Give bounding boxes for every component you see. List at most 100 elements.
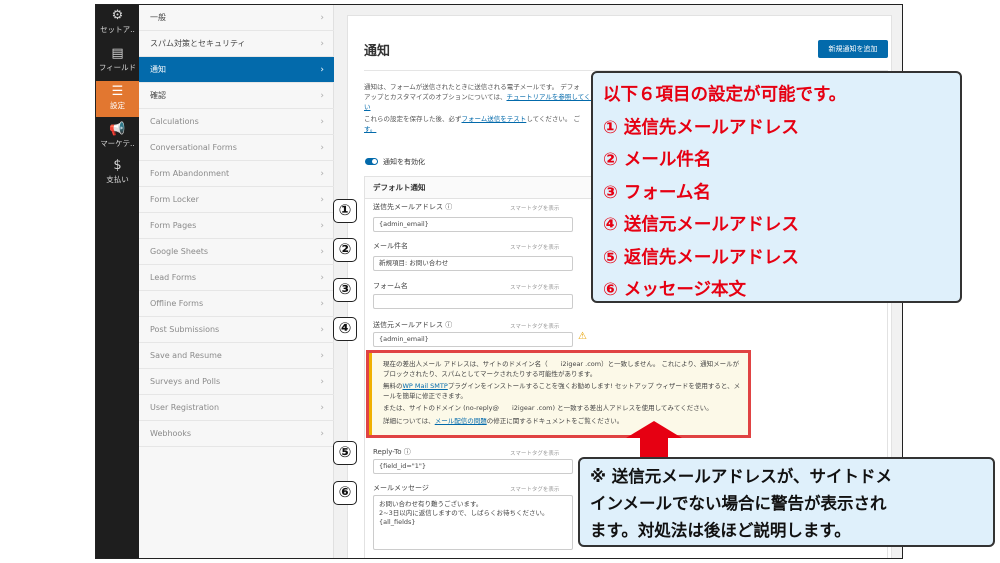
sidebar-item-payments[interactable]: $ 支払い — [96, 155, 139, 191]
sidebar-item-setup[interactable]: ⚙ セットア.. — [96, 5, 139, 41]
warning-bar — [369, 353, 372, 435]
warning-text-part: の修正に関するドキュメントをご覧ください。 — [486, 417, 624, 425]
chevron-right-icon: › — [320, 403, 324, 413]
toggle-label: 通知を有効化 — [383, 158, 425, 166]
send-to-input[interactable]: {admin_email} — [373, 217, 573, 232]
subnav-item[interactable]: Post Submissions › — [139, 317, 334, 343]
chevron-right-icon: › — [320, 247, 324, 257]
sidebar-item-label: 支払い — [106, 175, 129, 184]
chevron-right-icon: › — [320, 169, 324, 179]
sidebar-item-fields[interactable]: ▤ フィールド — [96, 43, 139, 79]
chevron-right-icon: › — [320, 429, 324, 439]
from-email-input[interactable]: {admin_email} — [373, 332, 573, 347]
subnav-item[interactable]: Lead Forms › — [139, 265, 334, 291]
subnav-label: Webhooks — [150, 429, 192, 438]
subnav-label: User Registration — [150, 403, 220, 412]
sidebar-item-settings[interactable]: ☰ 設定 — [96, 81, 139, 117]
arrow-up-icon — [626, 421, 682, 438]
subnav-label: 通知 — [150, 65, 166, 74]
note-line: ます。対処法は後ほど説明します。 — [590, 521, 851, 540]
sidebar-item-label: フィールド — [98, 63, 137, 72]
subnav-label: Calculations — [150, 117, 199, 126]
warning-text: 無料のWP Mail SMTPプラグインをインストールすることを強くお勧めします… — [383, 381, 743, 401]
arrow-stem — [640, 437, 668, 457]
subnav-item[interactable]: Calculations › — [139, 109, 334, 135]
chevron-right-icon: › — [320, 195, 324, 205]
subnav-label: 確認 — [150, 91, 166, 100]
subnav-label: スパム対策とセキュリティ — [150, 39, 246, 48]
subnav-label: Form Pages — [150, 221, 197, 230]
chevron-right-icon: › — [320, 299, 324, 309]
subnav-item[interactable]: Google Sheets › — [139, 239, 334, 265]
sidebar-item-label: 設定 — [110, 101, 125, 110]
chevron-right-icon: › — [320, 39, 324, 49]
add-notification-button[interactable]: 新規通知を追加 — [818, 40, 888, 58]
subnav-label: Lead Forms — [150, 273, 197, 282]
settings-sliders-icon: ☰ — [111, 84, 124, 99]
subnav-label: Google Sheets — [150, 247, 209, 256]
test-form-link[interactable]: フォーム送信をテスト — [462, 115, 527, 123]
subnav-item[interactable]: Form Pages › — [139, 213, 334, 239]
wp-mail-smtp-link[interactable]: WP Mail SMTP — [403, 382, 448, 390]
subnav-item[interactable]: スパム対策とセキュリティ › — [139, 31, 334, 57]
dollar-icon: $ — [113, 158, 122, 173]
marker-2: ② — [333, 238, 357, 262]
reply-to-input[interactable]: {field_id="1"} — [373, 459, 573, 474]
callout-item: ③ フォーム名 — [603, 182, 711, 203]
chevron-right-icon: › — [320, 143, 324, 153]
send-to-label: 送信先メールアドレス ⓘ — [373, 203, 453, 211]
subnav-item[interactable]: Form Abandonment › — [139, 161, 334, 187]
subnav-item[interactable]: Save and Resume › — [139, 343, 334, 369]
subnav-item[interactable]: Offline Forms › — [139, 291, 334, 317]
sidebar-item-marketing[interactable]: 📢 マーケテ.. — [96, 119, 139, 155]
smart-tags-link[interactable]: スマートタグを表示 — [510, 485, 559, 493]
warning-text-part: 詳細については、 — [383, 417, 435, 425]
chevron-right-icon: › — [320, 13, 324, 23]
test-description: これらの設定を保存した後、必ずフォーム送信をテストしてください。 ご す。 — [364, 114, 604, 134]
subnav-item-notifications[interactable]: 通知 › — [139, 57, 334, 83]
subnav-label: 一般 — [150, 13, 166, 22]
smart-tags-link[interactable]: スマートタグを表示 — [510, 243, 559, 251]
subject-input[interactable]: 新規項目: お問い合わせ — [373, 256, 573, 271]
note-line: インメールでない場合に警告が表示され — [590, 494, 887, 513]
chevron-right-icon: › — [320, 273, 324, 283]
marker-6: ⑥ — [333, 481, 357, 505]
subnav-item[interactable]: Form Locker › — [139, 187, 334, 213]
smart-tags-link[interactable]: スマートタグを表示 — [510, 283, 559, 291]
desc-text: 通知は、フォームが送信されたときに送信される電子メールです。 デフォ — [364, 83, 580, 91]
subject-label: メール件名 — [373, 242, 408, 250]
marker-1: ① — [333, 199, 357, 223]
warning-text: 現在の差出人メール アドレスは、サイトのドメイン名（ i2igear .com）… — [383, 360, 740, 378]
subnav-item[interactable]: 確認 › — [139, 83, 334, 109]
subnav-item[interactable]: Webhooks › — [139, 421, 334, 447]
from-name-input[interactable] — [373, 294, 573, 309]
from-email-label: 送信元メールアドレス ⓘ — [373, 321, 453, 329]
chevron-right-icon: › — [320, 377, 324, 387]
chevron-right-icon: › — [320, 91, 324, 101]
settings-callout: 以下６項目の設定が可能です。 ① 送信先メールアドレス ② メール件名 ③ フォ… — [591, 71, 962, 303]
marker-5: ⑤ — [333, 441, 357, 465]
message-textarea[interactable]: お問い合わせ有り難うございます。 2~3日以内に返信しますので、しばらくお待ちく… — [373, 495, 573, 550]
chevron-right-icon: › — [320, 117, 324, 127]
enable-notifications-toggle[interactable] — [365, 158, 378, 165]
chevron-right-icon: › — [320, 351, 324, 361]
desc-text: これらの設定を保存した後、必ず — [364, 115, 462, 123]
sidebar-item-label: セットア.. — [100, 25, 135, 34]
subnav-item[interactable]: Surveys and Polls › — [139, 369, 334, 395]
message-label: メールメッセージ — [373, 484, 429, 492]
more-link[interactable]: す。 — [364, 125, 376, 133]
warning-icon: ⚠ — [578, 331, 587, 342]
email-delivery-link[interactable]: メール配信の問題 — [435, 417, 487, 425]
settings-subnav: 一般 › スパム対策とセキュリティ › 通知 › 確認 › Calculations › … — [139, 5, 334, 558]
marker-3: ③ — [333, 278, 357, 302]
smart-tags-link[interactable]: スマートタグを表示 — [510, 322, 559, 330]
subnav-item[interactable]: User Registration › — [139, 395, 334, 421]
warning-text: 詳細については、メール配信の問題の修正に関するドキュメントをご覧ください。 — [383, 416, 743, 426]
subnav-item[interactable]: Conversational Forms › — [139, 135, 334, 161]
smart-tags-link[interactable]: スマートタグを表示 — [510, 449, 559, 457]
warning-note-callout: ※ 送信元メールアドレスが、サイトドメ インメールでない場合に警告が表示され ま… — [578, 457, 995, 547]
subnav-item[interactable]: 一般 › — [139, 5, 334, 31]
subnav-label: Offline Forms — [150, 299, 204, 308]
note-line: ※ 送信元メールアドレスが、サイトドメ — [590, 467, 892, 486]
smart-tags-link[interactable]: スマートタグを表示 — [510, 204, 559, 212]
